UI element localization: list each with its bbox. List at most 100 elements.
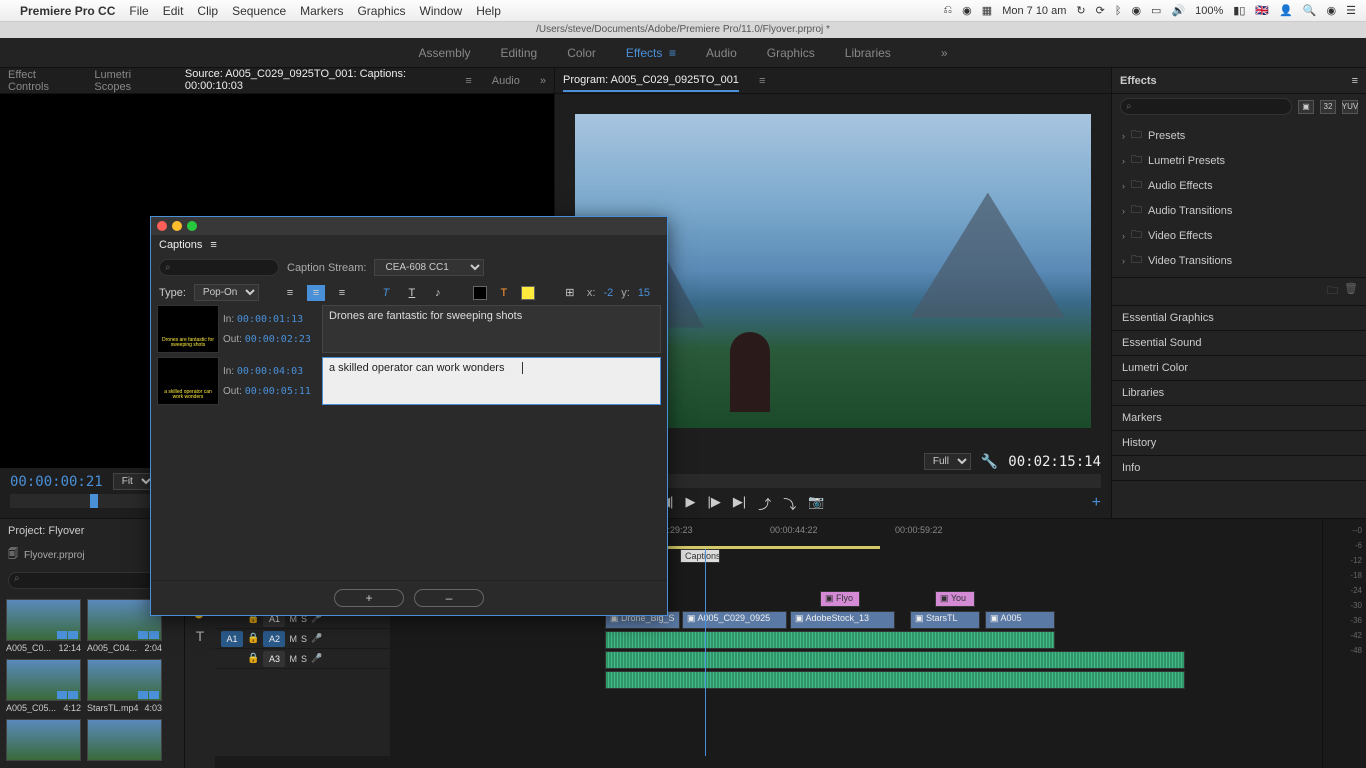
text-color-icon[interactable]: T xyxy=(495,285,513,301)
timeline-scrollbar[interactable] xyxy=(215,756,1322,768)
text-color-swatch[interactable] xyxy=(521,286,535,300)
ws-menu-icon[interactable] xyxy=(669,46,676,60)
source-timecode[interactable]: 00:00:00:21 xyxy=(10,474,103,490)
type-tool-icon[interactable]: T xyxy=(196,628,205,644)
bin-item[interactable] xyxy=(87,719,162,761)
menu-window[interactable]: Window xyxy=(420,4,463,18)
clip-audio[interactable] xyxy=(605,631,1055,649)
position-grid-icon[interactable]: ⊞ xyxy=(561,285,579,301)
airplay-icon[interactable]: ▭ xyxy=(1151,4,1161,17)
notifications-icon[interactable]: ☰ xyxy=(1346,4,1356,17)
bin-item[interactable]: StarsTL.mp44:03 xyxy=(87,659,162,713)
source-patch-a1[interactable]: A1 xyxy=(221,631,243,647)
tree-audio-trans[interactable]: ›🗀Audio Transitions xyxy=(1112,198,1366,223)
trash-icon[interactable]: 🗑 xyxy=(1344,282,1358,301)
cc-icon[interactable]: ◉ xyxy=(962,4,972,17)
caption-row[interactable]: a skilled operator can work wonders In: … xyxy=(157,357,661,405)
panel-info[interactable]: Info xyxy=(1112,456,1366,481)
panel-history[interactable]: History xyxy=(1112,431,1366,456)
tree-video-fx[interactable]: ›🗀Video Effects xyxy=(1112,223,1366,248)
add-button-icon[interactable]: + xyxy=(1092,494,1101,513)
ws-assembly[interactable]: Assembly xyxy=(418,46,470,60)
user-icon[interactable]: 👤 xyxy=(1279,4,1293,17)
caption-row[interactable]: Drones are fantastic for sweeping shots … xyxy=(157,305,661,353)
extract-icon[interactable]: ⤵ xyxy=(783,494,796,513)
stream-select[interactable]: CEA-608 CC1 xyxy=(374,259,484,276)
caption-in-tc[interactable]: 00:00:04:03 xyxy=(237,366,303,377)
captions-search-input[interactable] xyxy=(159,259,279,276)
tab-audio[interactable]: Audio xyxy=(492,71,520,91)
siri-icon[interactable]: ◉ xyxy=(1327,4,1337,17)
tree-audio-fx[interactable]: ›🗀Audio Effects xyxy=(1112,173,1366,198)
tab-program[interactable]: Program: A005_C029_0925TO_001 xyxy=(563,70,739,92)
overflow-icon[interactable]: » xyxy=(540,75,546,87)
caption-in-tc[interactable]: 00:00:01:13 xyxy=(237,314,303,325)
menu-edit[interactable]: Edit xyxy=(163,4,184,18)
ws-audio[interactable]: Audio xyxy=(706,46,737,60)
lift-icon[interactable]: ⤴ xyxy=(758,494,771,513)
clip-graphic[interactable]: ▣ You xyxy=(935,591,975,607)
tab-source[interactable]: Source: A005_C029_0925TO_001: Captions: … xyxy=(185,64,445,98)
bin-item[interactable]: A005_C0...12:14 xyxy=(6,599,81,653)
panel-libraries[interactable]: Libraries xyxy=(1112,381,1366,406)
italic-icon[interactable]: T xyxy=(377,285,395,301)
type-select[interactable]: Pop-On xyxy=(194,284,259,301)
align-right-icon[interactable]: ≡ xyxy=(333,285,351,301)
bin-item[interactable]: A005_C05...4:12 xyxy=(6,659,81,713)
clip-video[interactable]: ▣ A005 xyxy=(985,611,1055,629)
maximize-icon[interactable] xyxy=(187,221,197,231)
caption-text-field[interactable]: a skilled operator can work wonders xyxy=(322,357,661,405)
clip-video[interactable]: ▣ StarsTL xyxy=(910,611,980,629)
battery-icon[interactable]: ▮▯ xyxy=(1233,4,1245,17)
export-frame-icon[interactable]: 📷 xyxy=(808,494,824,513)
settings-icon[interactable]: 🔧 xyxy=(981,453,998,470)
caption-text-field[interactable]: Drones are fantastic for sweeping shots xyxy=(322,305,661,353)
play-icon[interactable]: ▶ xyxy=(685,494,695,513)
sync-icon[interactable]: ⟳ xyxy=(1096,4,1105,17)
preset-badge-1-icon[interactable]: ▣ xyxy=(1298,100,1314,114)
panel-menu-icon[interactable] xyxy=(759,75,765,87)
remove-caption-button[interactable]: – xyxy=(414,589,484,607)
menu-markers[interactable]: Markers xyxy=(300,4,343,18)
preset-badge-2-icon[interactable]: 32 xyxy=(1320,100,1336,114)
panel-menu-icon[interactable] xyxy=(465,75,471,87)
clip-video[interactable]: ▣ A005_C029_0925 xyxy=(682,611,787,629)
menu-file[interactable]: File xyxy=(129,4,148,18)
panel-essential-sound[interactable]: Essential Sound xyxy=(1112,331,1366,356)
dialog-titlebar[interactable] xyxy=(151,217,667,235)
panel-lumetri-color[interactable]: Lumetri Color xyxy=(1112,356,1366,381)
captions-tab[interactable]: Captions xyxy=(159,239,202,251)
clip-audio[interactable] xyxy=(605,671,1185,689)
minimize-icon[interactable] xyxy=(172,221,182,231)
caption-out-tc[interactable]: 00:00:02:23 xyxy=(245,334,311,345)
panel-markers[interactable]: Markers xyxy=(1112,406,1366,431)
caption-out-tc[interactable]: 00:00:05:11 xyxy=(245,386,311,397)
tab-effect-controls[interactable]: Effect Controls xyxy=(8,65,74,97)
music-icon[interactable]: ♪ xyxy=(429,285,447,301)
app-name[interactable]: Premiere Pro CC xyxy=(20,4,115,18)
ws-effects[interactable]: Effects xyxy=(626,46,676,60)
lock-icon[interactable]: 🔒 xyxy=(247,633,259,644)
clip-audio[interactable] xyxy=(605,651,1185,669)
spotlight-icon[interactable]: 🔍 xyxy=(1303,4,1317,17)
clip-graphic[interactable]: ▣ Flyo xyxy=(820,591,860,607)
menu-clip[interactable]: Clip xyxy=(197,4,218,18)
source-zoom-select[interactable]: Fit xyxy=(113,473,155,490)
preset-badge-3-icon[interactable]: YUV xyxy=(1342,100,1358,114)
clock[interactable]: Mon 7 10 am xyxy=(1002,5,1066,17)
lock-icon[interactable]: 🔒 xyxy=(247,653,259,664)
align-center-icon[interactable]: ≡ xyxy=(307,285,325,301)
track-target-a2[interactable]: A2 xyxy=(263,631,285,647)
track-target-a3[interactable]: A3 xyxy=(263,651,285,667)
panel-essential-graphics[interactable]: Essential Graphics xyxy=(1112,306,1366,331)
ws-overflow-icon[interactable]: » xyxy=(941,46,948,60)
program-zoom-select[interactable]: Full xyxy=(924,453,971,470)
step-fwd-icon[interactable]: |▶ xyxy=(707,494,720,513)
bg-color-swatch[interactable] xyxy=(473,286,487,300)
ws-libraries[interactable]: Libraries xyxy=(845,46,891,60)
timeline-playhead[interactable] xyxy=(705,549,706,756)
flag-icon[interactable]: 🇬🇧 xyxy=(1255,4,1269,17)
calendar-icon[interactable]: ▦ xyxy=(982,4,992,17)
x-value[interactable]: -2 xyxy=(603,287,613,299)
tree-lumetri[interactable]: ›🗀Lumetri Presets xyxy=(1112,148,1366,173)
